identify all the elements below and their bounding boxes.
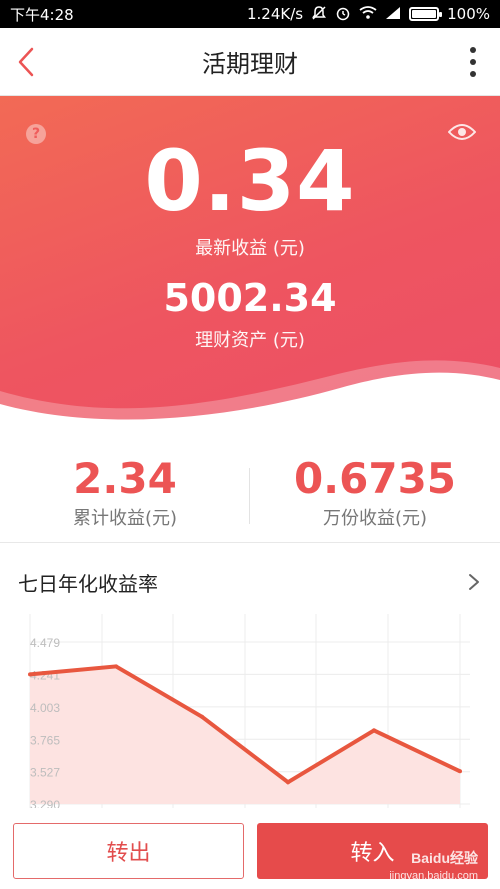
status-bar: 下午4:28 1.24K/s 100%: [0, 0, 500, 28]
assets-value: 5002.34: [163, 276, 337, 320]
yield-chart-header[interactable]: 七日年化收益率: [0, 556, 500, 608]
transfer-out-button[interactable]: 转出: [13, 823, 244, 879]
status-time: 下午4:28: [10, 5, 74, 24]
cumulative-income[interactable]: 2.34 累计收益(元): [0, 440, 250, 540]
per-10k-income-label: 万份收益(元): [322, 508, 428, 529]
wifi-icon: [359, 5, 377, 23]
chevron-left-icon: [18, 47, 34, 77]
app-header: 活期理财: [0, 28, 500, 96]
y-tick-label: 3.527: [30, 766, 60, 780]
action-bar: 转出 转入 Baidu经验 jingyan.baidu.com: [0, 808, 500, 889]
latest-income-value: 0.34: [144, 132, 356, 230]
yield-point: [372, 728, 376, 733]
divider: [0, 542, 500, 543]
yield-point: [28, 672, 32, 677]
income-hero: ? 0.34 最新收益 (元) 5002.34 理财资产 (元): [0, 96, 500, 426]
watermark-logo: Baidu经验: [411, 850, 478, 866]
alarm-icon: [335, 5, 351, 24]
chevron-right-icon: [469, 574, 479, 590]
latest-income-label: 最新收益 (元): [195, 238, 305, 259]
watermark-url: jingyan.baidu.com: [389, 870, 478, 882]
battery-fill: [412, 10, 437, 18]
status-icons: 1.24K/s 100%: [247, 5, 490, 24]
y-tick-label: 4.003: [30, 701, 60, 715]
transfer-in-label: 转入: [350, 841, 395, 866]
yield-point: [286, 780, 290, 785]
battery-icon: [409, 7, 443, 21]
cumulative-income-value: 2.34: [73, 454, 177, 503]
signal-icon: [385, 6, 401, 23]
page-title: 活期理财: [202, 50, 298, 78]
mute-icon: [311, 5, 327, 24]
yield-point: [200, 714, 204, 719]
stats-divider: [249, 468, 250, 524]
cumulative-income-label: 累计收益(元): [72, 508, 178, 529]
y-tick-label: 3.765: [30, 733, 60, 747]
per-10k-income-value: 0.6735: [293, 454, 457, 503]
back-button[interactable]: [6, 42, 46, 82]
yield-chart: 4.4794.2414.0033.7653.5273.290: [28, 614, 470, 810]
hero-wave-decoration: [0, 360, 500, 426]
network-speed: 1.24K/s: [247, 5, 304, 23]
yield-point: [458, 769, 462, 774]
income-stats: 2.34 累计收益(元) 0.6735 万份收益(元): [0, 440, 500, 540]
per-10k-income[interactable]: 0.6735 万份收益(元): [250, 440, 500, 540]
chart-title: 七日年化收益率: [18, 571, 158, 596]
more-button[interactable]: [458, 42, 488, 82]
more-vertical-icon: [470, 47, 476, 53]
y-tick-label: 4.479: [30, 636, 60, 650]
yield-point: [114, 664, 118, 669]
battery-percent: 100%: [447, 5, 490, 23]
